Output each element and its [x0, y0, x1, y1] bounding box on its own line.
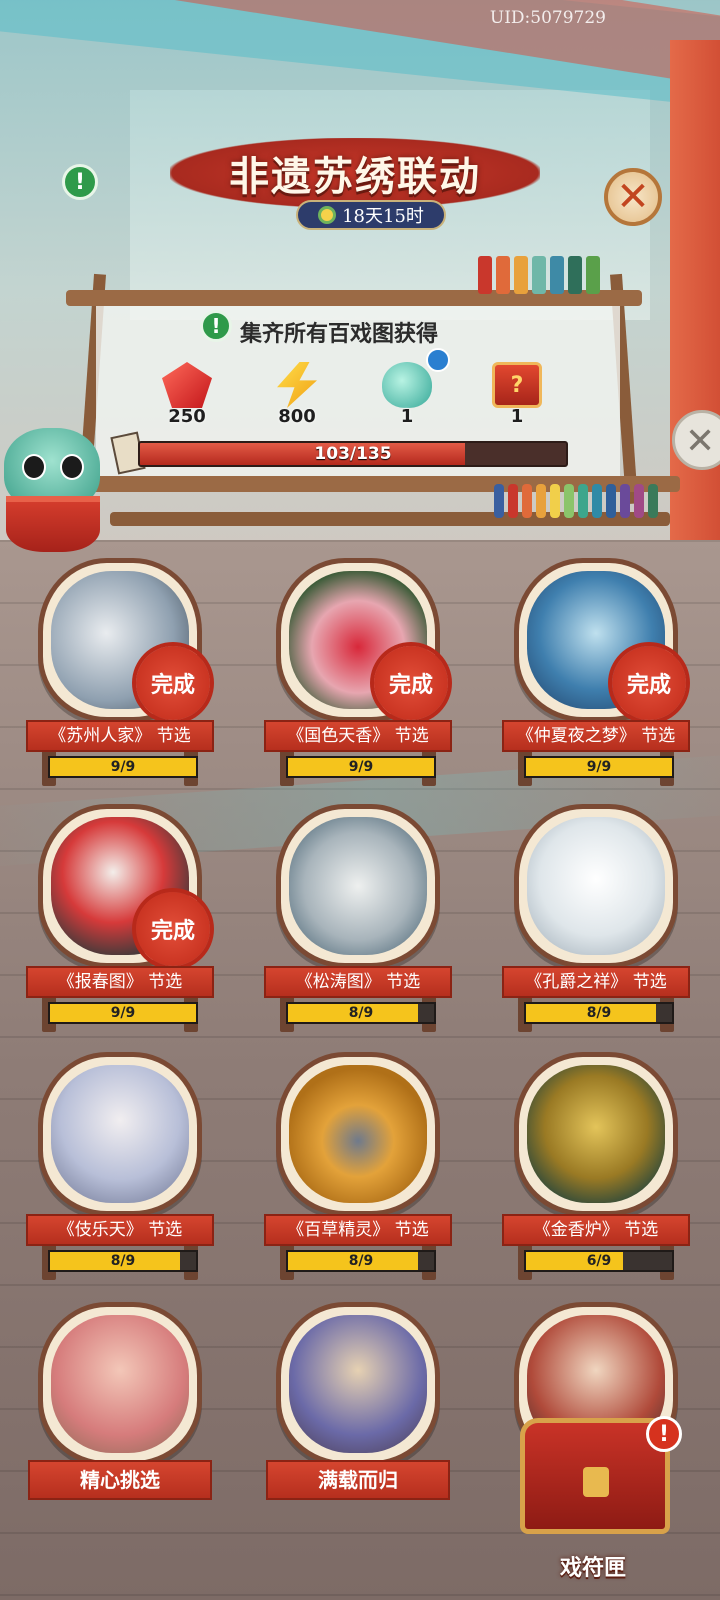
card-label: 《仲夏夜之梦》 节选 — [502, 720, 690, 752]
card-label: 《百草精灵》 节选 — [264, 1214, 452, 1246]
completed-stamp: 完成 — [612, 646, 686, 720]
reward-energy[interactable]: 800 — [262, 362, 332, 427]
card-progress-bar: 9/9 — [286, 756, 436, 778]
card-label: 满载而归 — [266, 1460, 450, 1500]
reward-count: 1 — [510, 406, 524, 427]
card-progress-bar: 9/9 — [48, 1002, 198, 1024]
card-label: 《国色天香》 节选 — [264, 720, 452, 752]
card-progress-text: 9/9 — [110, 1005, 136, 1021]
card-label: 《金香炉》 节选 — [502, 1214, 690, 1246]
artwork-card[interactable]: 《孔爵之祥》 节选 8/9 — [502, 804, 690, 1034]
card-progress-bar: 8/9 — [524, 1002, 674, 1024]
card-progress-text: 6/9 — [586, 1253, 612, 1269]
collection-progress-bar: 103/135 — [138, 441, 568, 467]
uid-text: UID:5079729 — [489, 8, 606, 28]
collect-info-icon[interactable]: ! — [200, 310, 232, 342]
card-progress-text: 9/9 — [348, 759, 374, 775]
artwork-card[interactable]: 《松涛图》 节选 8/9 — [264, 804, 452, 1034]
artwork-frame — [276, 804, 440, 968]
artwork-image — [51, 1065, 189, 1203]
lock-icon — [583, 1467, 609, 1497]
reward-count: 250 — [168, 406, 206, 427]
reward-mystery-chest[interactable]: 1 — [482, 362, 552, 427]
completed-stamp: 完成 — [136, 892, 210, 966]
page-title: 非遗苏绣联动 — [229, 153, 481, 200]
magnifier-icon — [426, 348, 450, 372]
chest-label: 戏符匣 — [560, 1555, 627, 1581]
event-timer: 18天15时 — [296, 200, 446, 230]
card-progress-bar: 6/9 — [524, 1250, 674, 1272]
reward-gourd[interactable]: 1 — [372, 362, 442, 427]
card-progress-text: 8/9 — [110, 1253, 136, 1269]
timer-text: 18天15时 — [342, 206, 424, 227]
title-banner: 非遗苏绣联动 — [170, 138, 540, 208]
artwork-card[interactable]: 《百草精灵》 节选 8/9 — [264, 1052, 452, 1282]
card-label: 《伎乐天》 节选 — [26, 1214, 214, 1246]
progress-text: 103/135 — [314, 444, 392, 464]
red-basket — [6, 496, 100, 552]
completed-stamp: 完成 — [136, 646, 210, 720]
thread-spools — [478, 256, 600, 294]
artwork-frame — [514, 1052, 678, 1216]
collect-label: 集齐所有百戏图获得 — [240, 321, 439, 347]
artwork-card[interactable]: 完成 《报春图》 节选 9/9 — [26, 804, 214, 1034]
alert-icon: ! — [646, 1416, 682, 1452]
card-label: 《孔爵之祥》 节选 — [502, 966, 690, 998]
artwork-image — [289, 1065, 427, 1203]
colored-threads — [494, 484, 658, 518]
card-careful-pick[interactable]: 精心挑选 — [28, 1302, 212, 1532]
card-progress-bar: 8/9 — [48, 1250, 198, 1272]
artwork-card[interactable]: 完成 《苏州人家》 节选 9/9 — [26, 558, 214, 788]
reward-count: 800 — [278, 406, 316, 427]
artwork-card[interactable]: 《金香炉》 节选 6/9 — [502, 1052, 690, 1282]
card-label: 《报春图》 节选 — [26, 966, 214, 998]
card-progress-text: 9/9 — [110, 759, 136, 775]
card-progress-text: 9/9 — [586, 759, 612, 775]
info-icon[interactable]: ! — [62, 164, 98, 200]
artwork-image — [51, 1315, 189, 1453]
cat-mascot[interactable] — [0, 428, 108, 556]
card-progress-text: 8/9 — [348, 1005, 374, 1021]
card-progress-bar: 9/9 — [524, 756, 674, 778]
ruby-gem-icon — [162, 362, 212, 408]
clock-icon — [318, 206, 337, 224]
card-progress-bar: 8/9 — [286, 1002, 436, 1024]
card-full-load[interactable]: 满载而归 — [266, 1302, 450, 1532]
artwork-card[interactable]: 完成 《国色天香》 节选 9/9 — [264, 558, 452, 788]
artwork-image — [527, 817, 665, 955]
jade-gourd-icon — [382, 362, 432, 408]
lightning-bolt-icon — [277, 362, 317, 408]
artwork-frame — [276, 1052, 440, 1216]
reward-count: 1 — [400, 406, 414, 427]
mystery-chest-icon — [492, 362, 542, 408]
card-progress-bar: 8/9 — [286, 1250, 436, 1272]
artwork-frame — [38, 1052, 202, 1216]
artwork-frame — [514, 804, 678, 968]
artwork-image — [289, 1315, 427, 1453]
artwork-image — [527, 1065, 665, 1203]
close-button[interactable]: ✕ — [604, 168, 662, 226]
artwork-card[interactable]: 《伎乐天》 节选 8/9 — [26, 1052, 214, 1282]
card-label: 《松涛图》 节选 — [264, 966, 452, 998]
artwork-card[interactable]: 完成 《仲夏夜之梦》 节选 9/9 — [502, 558, 690, 788]
completed-stamp: 完成 — [374, 646, 448, 720]
card-progress-text: 8/9 — [348, 1253, 374, 1269]
card-progress-text: 8/9 — [586, 1005, 612, 1021]
card-label: 《苏州人家》 节选 — [26, 720, 214, 752]
card-progress-bar: 9/9 — [48, 756, 198, 778]
artwork-image — [289, 817, 427, 955]
reward-ruby[interactable]: 250 — [152, 362, 222, 427]
card-label: 精心挑选 — [28, 1460, 212, 1500]
